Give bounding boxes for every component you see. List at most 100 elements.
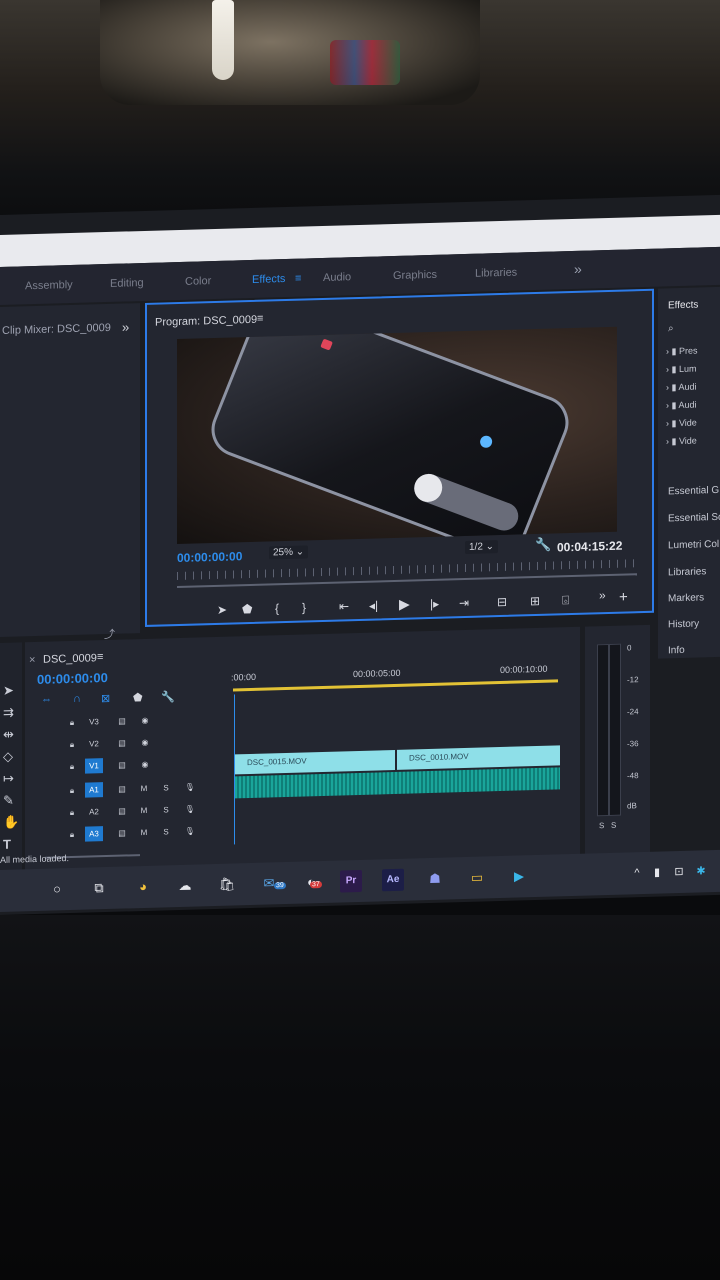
double-chevron-right-icon[interactable]: » (574, 261, 582, 277)
track-select-icon[interactable]: ⇉ (3, 705, 14, 721)
network-icon[interactable]: ⊡ (668, 861, 690, 884)
tab-effects[interactable]: Effects (252, 273, 285, 286)
lock-icon[interactable]: 🔒︎ (63, 805, 81, 821)
track-label[interactable]: A2 (85, 804, 103, 820)
extract-icon[interactable]: ⊞ (530, 594, 540, 608)
film-icon[interactable]: ▤ (113, 735, 131, 751)
slip-tool-icon[interactable]: ↦ (3, 771, 14, 787)
film-icon[interactable]: ▤ (113, 803, 131, 819)
teams-icon[interactable]: ☗ (424, 868, 446, 891)
double-chevron-right-icon[interactable]: » (122, 319, 129, 334)
microphone-icon[interactable]: 🎙︎ (181, 801, 199, 817)
razor-tool-icon[interactable]: ◇ (3, 749, 13, 765)
store-icon[interactable]: 🛍︎ (216, 873, 238, 896)
track-label[interactable]: V3 (85, 714, 103, 730)
selection-tool-icon[interactable]: ➤ (3, 683, 14, 699)
sequence-timecode[interactable]: 00:00:00:00 (37, 670, 108, 687)
mark-out-icon[interactable]: } (302, 600, 306, 614)
cortana-icon[interactable]: ○ (46, 878, 68, 901)
tab-graphics[interactable]: Graphics (393, 269, 437, 282)
section-essential-sound[interactable]: Essential So (668, 512, 720, 525)
add-marker-icon[interactable]: ⬟ (242, 602, 252, 616)
mark-in-icon[interactable]: { (275, 601, 279, 615)
tree-item[interactable]: › ▮ Vide (666, 436, 697, 448)
chevron-up-icon[interactable]: ^ (626, 862, 648, 885)
usb-icon[interactable]: ▮ (646, 861, 668, 884)
work-area-bar[interactable] (233, 679, 558, 692)
section-lumetri-color[interactable]: Lumetri Col (668, 539, 719, 551)
film-icon[interactable]: ▤ (113, 757, 131, 773)
mute-button[interactable]: M (135, 781, 153, 797)
tree-item[interactable]: › ▮ Lum (666, 364, 696, 376)
lock-icon[interactable]: 🔒︎ (63, 827, 81, 843)
menu-icon[interactable]: ≡ (257, 313, 263, 325)
eye-icon[interactable]: ◉ (136, 735, 154, 751)
section-essential-graphics[interactable]: Essential G (668, 485, 719, 497)
lock-icon[interactable]: 🔒︎ (63, 737, 81, 753)
track-label[interactable]: A1 (85, 782, 103, 798)
play-icon[interactable]: ▶ (399, 596, 410, 613)
lock-icon[interactable]: 🔒︎ (63, 783, 81, 799)
film-icon[interactable]: ▤ (113, 781, 131, 797)
tree-item[interactable]: › ▮ Audi (666, 382, 696, 394)
lock-icon[interactable]: 🔒︎ (63, 715, 81, 731)
film-icon[interactable]: ▤ (113, 713, 131, 729)
snap-icon[interactable]: ∩ (73, 693, 81, 705)
tree-item[interactable]: › ▮ Audi (666, 400, 696, 412)
mute-button[interactable]: M (135, 803, 153, 819)
section-info[interactable]: Info (668, 645, 685, 656)
current-timecode[interactable]: 00:00:00:00 (177, 549, 242, 565)
mute-button[interactable]: M (135, 825, 153, 841)
sequence-tab[interactable]: DSC_0009 (43, 652, 97, 666)
tab-color[interactable]: Color (185, 275, 211, 288)
solo-button[interactable]: S (157, 780, 175, 796)
solo-left-button[interactable]: S (599, 821, 604, 830)
eye-icon[interactable]: ◉ (136, 713, 154, 729)
file-explorer-icon[interactable]: ▭ (466, 866, 488, 889)
tab-audio[interactable]: Audio (323, 271, 351, 284)
tree-item[interactable]: › ▮ Vide (666, 418, 697, 430)
zoom-dropdown[interactable]: 25% ⌄ (269, 545, 309, 560)
video-clip[interactable]: DSC_0015.MOV (235, 749, 395, 775)
nest-icon[interactable]: ⇔ (41, 694, 52, 706)
tree-item[interactable]: › ▮ Pres (666, 346, 697, 358)
track-label[interactable]: V2 (85, 736, 103, 752)
add-marker-icon[interactable]: ⬟ (133, 691, 143, 704)
tab-menu-icon[interactable]: ≡ (295, 273, 301, 285)
wrench-icon[interactable]: 🔧 (535, 537, 551, 553)
hand-tool-icon[interactable]: ✋ (3, 814, 19, 830)
type-tool-icon[interactable]: T (3, 837, 11, 852)
section-history[interactable]: History (668, 618, 699, 630)
add-button-icon[interactable]: + (619, 588, 628, 605)
after-effects-icon[interactable]: Ae (382, 868, 404, 892)
microphone-icon[interactable]: 🎙︎ (181, 779, 199, 795)
resolution-dropdown[interactable]: 1/2 ⌄ (465, 540, 499, 555)
eye-icon[interactable]: ◉ (136, 757, 154, 773)
ripple-edit-icon[interactable]: ⇹ (3, 727, 14, 743)
double-chevron-right-icon[interactable]: » (599, 588, 606, 602)
media-player-icon[interactable]: ▶ (508, 865, 530, 888)
wrench-icon[interactable]: 🔧 (161, 690, 175, 703)
solo-button[interactable]: S (157, 802, 175, 818)
video-clip[interactable]: DSC_0010.MOV (397, 745, 560, 770)
microphone-icon[interactable]: 🎙︎ (181, 823, 199, 839)
step-back-icon[interactable]: ◂| (369, 598, 378, 612)
tab-editing[interactable]: Editing (110, 277, 144, 290)
premiere-icon[interactable]: Pr (340, 869, 362, 893)
film-icon[interactable]: ▤ (113, 825, 131, 841)
lift-icon[interactable]: ⊟ (497, 595, 507, 609)
tab-libraries[interactable]: Libraries (475, 267, 517, 280)
chrome-icon[interactable]: ◕ (132, 876, 154, 899)
step-forward-icon[interactable]: |▸ (430, 597, 439, 611)
bluetooth-icon[interactable]: ✱ (690, 860, 712, 883)
section-libraries[interactable]: Libraries (668, 566, 706, 578)
linked-selection-icon[interactable]: ⊠ (101, 692, 110, 705)
solo-button[interactable]: S (157, 824, 175, 840)
export-frame-icon[interactable]: ⌺ (562, 593, 569, 608)
track-label[interactable]: V1 (85, 758, 103, 774)
onedrive-icon[interactable]: ☁ (174, 875, 196, 898)
tab-assembly[interactable]: Assembly (25, 279, 73, 292)
go-to-out-icon[interactable]: ⇥ (459, 596, 469, 610)
close-icon[interactable]: × (29, 654, 35, 666)
menu-icon[interactable]: ≡ (97, 651, 103, 663)
